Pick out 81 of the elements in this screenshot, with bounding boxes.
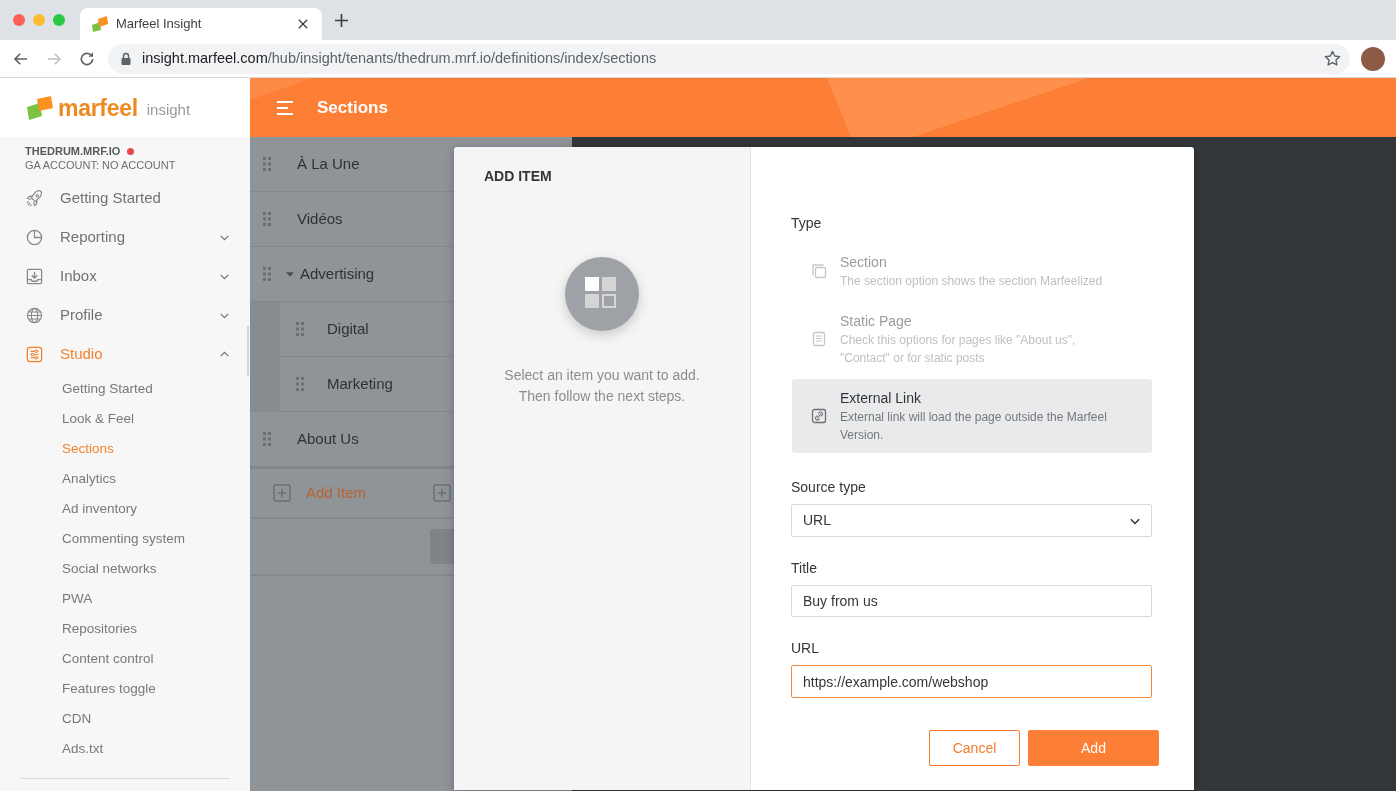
close-icon [298,19,308,29]
action-button[interactable] [430,529,454,564]
close-window-button[interactable] [13,14,25,26]
product-name: insight [146,100,191,121]
drag-handle-icon[interactable] [263,157,271,171]
nav-subitem[interactable]: Analytics [0,464,250,494]
grid-icon [565,257,639,331]
field-label: URL [791,639,820,657]
browser-tab[interactable]: Marfeel Insight [80,8,322,40]
drag-handle-icon[interactable] [296,377,304,391]
brand-name: marfeel [58,93,138,122]
menu-icon [277,100,293,115]
nav-item[interactable]: Studio [0,335,250,374]
close-tab-button[interactable] [296,17,310,31]
nav-subitem[interactable]: Getting Started [0,374,250,404]
star-icon [1323,50,1341,67]
ga-account-text: GA ACCOUNT: NO ACCOUNT [25,159,177,172]
url-input[interactable]: https://example.com/webshop [791,665,1152,698]
hint-text: Then follow the next steps. [518,387,686,406]
nav-item[interactable]: Reporting [0,218,250,257]
sliders-icon [25,345,44,364]
nav-subitem[interactable]: CDN [0,704,250,734]
section-name: Vidéos [297,208,343,229]
source-type-select[interactable]: URL [791,504,1152,537]
nav-subitem[interactable]: Ad inventory [0,494,250,524]
logo-mark-icon [27,95,53,120]
url-text: insight.marfeel.com/hub/insight/tenants/thedrum.mrf.io/definitions/index/sections [142,48,657,68]
lock-icon [121,52,131,65]
section-name: À La Une [297,153,360,174]
download-tray-icon [25,267,44,286]
section-name: Digital [327,318,369,339]
pages-icon [811,263,827,279]
section-name: Marketing [327,373,393,394]
plus-square-icon [273,484,291,502]
tab-title: Marfeel Insight [116,15,202,34]
nav-subitem[interactable]: Sections [0,434,250,464]
avatar[interactable] [1361,46,1385,71]
nav-subitem[interactable]: Social networks [0,554,250,584]
page-title: Sections [317,96,388,119]
pie-chart-icon [25,228,44,247]
type-option[interactable]: External Link External link will load the page outside the Marfeel Version. [792,379,1152,453]
nav-subitem[interactable]: Commenting system [0,524,250,554]
tenant-name: THEDRUM.MRF.IO [25,144,121,160]
scrollbar[interactable] [247,326,249,376]
caret-icon[interactable] [286,271,294,277]
rocket-icon [25,189,44,208]
link-icon [811,408,827,424]
address-bar[interactable]: insight.marfeel.com/hub/insight/tenants/thedrum.mrf.io/definitions/index/sections [108,43,1350,74]
hint-text: Select an item you want to add. [504,366,700,385]
field-label: Title [791,559,818,577]
bookmark-button[interactable] [1322,48,1342,69]
nav-item[interactable]: Inbox [0,257,250,296]
nav-subitem[interactable]: Look & Feel [0,404,250,434]
nav-subitem[interactable]: Ads.txt [0,734,250,764]
nav-subitem[interactable]: PWA [0,584,250,614]
field-label: Source type [791,478,867,496]
minimize-window-button[interactable] [33,14,45,26]
zoom-window-button[interactable] [53,14,65,26]
modal-title: ADD ITEM [483,167,553,185]
drag-handle-icon[interactable] [263,267,271,281]
document-icon [811,331,827,347]
nav-subitem[interactable]: Repositories [0,614,250,644]
drag-handle-icon[interactable] [263,212,271,226]
nav-subitem[interactable]: Content control [0,644,250,674]
drag-handle-icon[interactable] [296,322,304,336]
favicon-icon [92,16,108,32]
globe-icon [25,306,44,325]
field-label: Type [791,214,823,232]
new-tab-button[interactable] [333,12,349,28]
nav-item[interactable]: Profile [0,296,250,335]
section-name: About Us [297,428,359,449]
header-shape [250,78,312,100]
plus-square-icon[interactable] [433,484,451,502]
cancel-button[interactable]: Cancel [929,730,1020,766]
add-button[interactable]: Add [1028,730,1159,766]
drag-handle-icon[interactable] [263,432,271,446]
nav-subitem[interactable]: Features toggle [0,674,250,704]
title-input[interactable]: Buy from us [791,585,1152,617]
nav-item[interactable]: Getting Started [0,179,250,218]
plus-icon [334,13,348,27]
section-name: Advertising [300,263,375,284]
